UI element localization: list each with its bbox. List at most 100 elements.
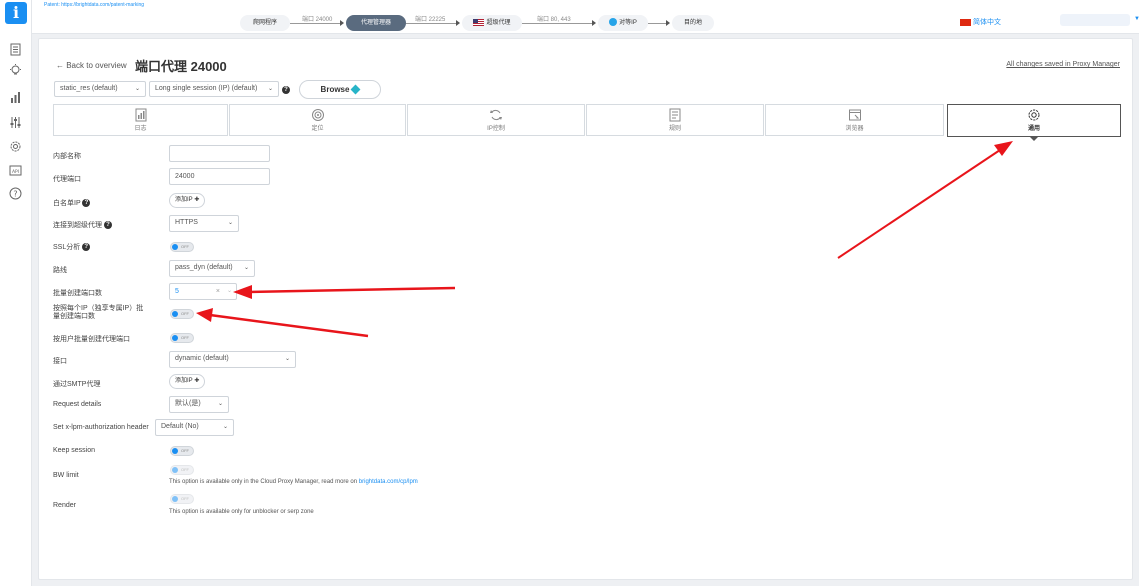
connect-super-proxy-label: 连接到超级代理 ? xyxy=(53,220,112,230)
tab-label: IP控制 xyxy=(487,126,505,132)
port-label-24000: 端口 24000 xyxy=(302,17,333,23)
flow-line xyxy=(290,23,342,24)
gear-icon xyxy=(1028,109,1040,121)
bw-limit-note-text: This option is available only in the Clo… xyxy=(169,479,358,485)
lpm-auth-header-select[interactable]: Default (No) ⌄ xyxy=(155,419,234,436)
protocol-value: HTTPS xyxy=(175,219,198,226)
step-proxy-manager[interactable]: 代理管理器 xyxy=(346,15,406,31)
chevron-down-icon[interactable]: ⌄ xyxy=(227,284,232,299)
internal-name-label: 内部名称 xyxy=(53,153,81,160)
active-tab-pointer xyxy=(1029,136,1039,141)
interface-select[interactable]: dynamic (default) ⌄ xyxy=(169,351,296,368)
multiply-per-ip-toggle[interactable]: OFF xyxy=(170,309,194,319)
zone-select[interactable]: static_res (default) ⌄ xyxy=(54,81,146,97)
saved-status-link[interactable]: All changes saved in Proxy Manager xyxy=(1006,61,1120,68)
smtp-add-ip-button[interactable]: 添加IP ✚ xyxy=(169,374,206,389)
clear-icon[interactable]: × xyxy=(216,284,220,299)
flow-arrow-icon xyxy=(592,20,596,26)
multiply-per-ip-line-1: 按照每个IP（独享专属IP）批 xyxy=(53,305,144,312)
toggle-state: OFF xyxy=(181,448,189,453)
flow-line xyxy=(406,23,458,24)
session-help-icon[interactable]: ? xyxy=(282,85,290,94)
ssl-analysis-toggle[interactable]: OFF xyxy=(170,242,194,252)
globe-icon xyxy=(609,18,618,27)
browse-label: Browse xyxy=(320,85,350,94)
session-select[interactable]: Long single session (IP) (default) ⌄ xyxy=(149,81,279,97)
step-destination[interactable]: 目的地 xyxy=(672,15,714,31)
chevron-down-icon: ⌄ xyxy=(243,265,249,271)
cn-flag-icon xyxy=(960,18,971,26)
target-icon xyxy=(311,109,324,121)
toggle-state: OFF xyxy=(181,496,189,501)
whitelist-add-ip-button[interactable]: 添加IP ✚ xyxy=(169,193,206,208)
port-label-80-443: 端口 80, 443 xyxy=(537,17,571,23)
bar-chart-icon[interactable] xyxy=(8,90,23,105)
toggle-state: OFF xyxy=(181,335,189,340)
connect-super-proxy-text: 连接到超级代理 xyxy=(53,222,102,229)
gem-icon xyxy=(351,84,361,95)
gear-icon[interactable] xyxy=(8,139,23,154)
step-super-proxy[interactable]: 超级代理 xyxy=(462,15,522,31)
refresh-icon xyxy=(490,109,502,121)
internal-name-input[interactable] xyxy=(169,145,270,162)
tab-browser[interactable]: 浏览器 xyxy=(765,104,944,136)
browser-icon xyxy=(848,109,861,121)
lightbulb-icon[interactable] xyxy=(8,63,23,78)
render-toggle[interactable]: OFF xyxy=(170,494,194,504)
flow-arrow-icon xyxy=(666,20,670,26)
browse-button[interactable]: Browse xyxy=(299,80,381,99)
help-icon[interactable]: ? xyxy=(82,243,91,252)
request-details-select[interactable]: 默认(是) ⌄ xyxy=(169,396,229,413)
step-crawler[interactable]: 爬网程序 xyxy=(240,15,290,31)
port-config-panel: ← Back to overview 端口代理 24000 All change… xyxy=(38,38,1133,580)
proxy-port-label: 代理端口 xyxy=(53,176,81,183)
route-label: 路线 xyxy=(53,267,67,274)
multiply-per-ip-label: 按照每个IP（独享专属IP）批 量创建端口数 xyxy=(53,305,143,321)
super-proxy-protocol-select[interactable]: HTTPS ⌄ xyxy=(169,215,239,232)
bw-limit-note: This option is available only in the Clo… xyxy=(169,479,418,485)
help-icon[interactable]: ? xyxy=(8,186,23,201)
chevron-down-icon[interactable]: ▼ xyxy=(1134,16,1139,22)
svg-text:?: ? xyxy=(13,190,17,199)
multiply-users-toggle[interactable]: OFF xyxy=(170,333,194,343)
interface-label: 接口 xyxy=(53,358,67,365)
bw-limit-toggle[interactable]: OFF xyxy=(170,465,194,475)
info-logo-icon[interactable]: i xyxy=(5,2,27,24)
api-icon[interactable]: API xyxy=(8,163,23,178)
session-select-value: Long single session (IP) (default) xyxy=(155,85,258,92)
document-icon[interactable] xyxy=(8,42,23,57)
tab-targeting[interactable]: 定位 xyxy=(229,104,406,136)
request-details-value: 默认(是) xyxy=(175,400,201,407)
route-select[interactable]: pass_dyn (default) ⌄ xyxy=(169,260,255,277)
chevron-down-icon: ⌄ xyxy=(217,401,223,407)
tab-label: 规则 xyxy=(668,126,681,132)
multiply-ports-label: 批量创建端口数 xyxy=(53,290,102,297)
logs-icon xyxy=(135,108,146,122)
tab-logs[interactable]: 日志 xyxy=(53,104,228,136)
tab-label: 定位 xyxy=(311,126,324,132)
ssl-analysis-label: SSL分析 ? xyxy=(53,242,91,252)
flow-line xyxy=(648,23,668,24)
sliders-icon[interactable] xyxy=(8,115,23,130)
route-value: pass_dyn (default) xyxy=(175,264,233,271)
multiply-ports-input[interactable]: 5 × ⌄ xyxy=(169,283,237,300)
account-menu[interactable] xyxy=(1060,14,1130,26)
language-selector[interactable]: 简体中文 xyxy=(960,17,1001,27)
flow-line xyxy=(522,23,594,24)
proxy-port-input[interactable]: 24000 xyxy=(169,168,270,185)
tab-general[interactable]: 通用 xyxy=(947,104,1121,137)
topbar: Patent: https://brightdata.com/patent-ma… xyxy=(32,0,1139,34)
tab-label: 浏览器 xyxy=(845,126,864,132)
chevron-down-icon: ⌄ xyxy=(227,220,233,226)
back-to-overview-link[interactable]: ← Back to overview xyxy=(56,61,127,70)
help-icon[interactable]: ? xyxy=(103,221,112,230)
cloud-proxy-manager-link[interactable]: brightdata.com/cp/lpm xyxy=(359,479,418,485)
us-flag-icon xyxy=(473,18,485,26)
step-peer-ip[interactable]: 对等IP xyxy=(598,15,648,31)
tab-rules[interactable]: 规则 xyxy=(586,104,764,136)
help-icon[interactable]: ? xyxy=(82,199,91,208)
keep-session-toggle[interactable]: OFF xyxy=(170,446,194,456)
step-label: 超级代理 xyxy=(486,20,511,26)
tab-ip-control[interactable]: IP控制 xyxy=(407,104,585,136)
patent-link[interactable]: Patent: https://brightdata.com/patent-ma… xyxy=(44,2,144,8)
